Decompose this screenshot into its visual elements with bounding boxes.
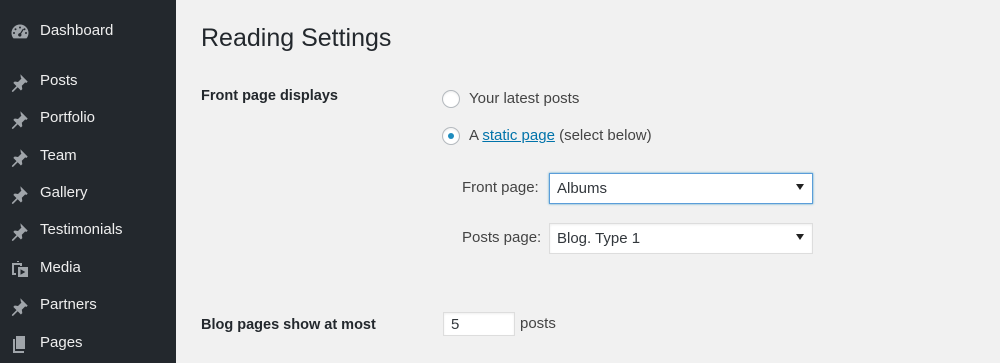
option-latest-posts[interactable]: Your latest posts	[442, 88, 579, 110]
page-title: Reading Settings	[201, 24, 392, 52]
sidebar-item-portfolio[interactable]: Portfolio	[0, 100, 176, 136]
chevron-down-icon	[796, 183, 804, 190]
sidebar-item-media[interactable]: Media	[0, 250, 176, 286]
pushpin-icon	[10, 296, 30, 316]
posts-page-value: Blog. Type 1	[557, 229, 641, 247]
pushpin-icon	[10, 221, 30, 241]
sidebar-item-partners[interactable]: Partners	[0, 287, 176, 323]
blog-pages-label: Blog pages show at most	[201, 317, 376, 333]
sidebar-item-label: Portfolio	[40, 109, 96, 126]
option-static-page[interactable]: A static page (select below)	[442, 125, 652, 147]
settings-content: Reading Settings Front page displays You…	[176, 0, 1000, 363]
sidebar-item-label: Partners	[40, 296, 97, 313]
front-page-select-row: Front page: Albums	[462, 172, 813, 204]
admin-sidebar: Dashboard Posts Portfolio Team Gallery T…	[0, 0, 176, 363]
sidebar-item-posts[interactable]: Posts	[0, 63, 176, 99]
pushpin-icon	[10, 72, 30, 92]
posts-page-select[interactable]: Blog. Type 1	[549, 222, 813, 254]
front-page-label: Front page:	[462, 179, 539, 196]
sidebar-item-gallery[interactable]: Gallery	[0, 175, 176, 211]
posts-page-select-row: Posts page: Blog. Type 1	[462, 222, 813, 254]
sidebar-item-team[interactable]: Team	[0, 138, 176, 174]
latest-posts-label: Your latest posts	[469, 90, 580, 107]
static-page-radio[interactable]	[442, 127, 460, 145]
latest-posts-radio[interactable]	[442, 90, 460, 108]
posts-suffix: posts	[520, 315, 556, 332]
sidebar-item-label: Gallery	[40, 184, 88, 201]
sidebar-item-label: Posts	[40, 72, 78, 89]
pushpin-icon	[10, 147, 30, 167]
sidebar-item-label: Pages	[40, 334, 83, 351]
sidebar-item-dashboard[interactable]: Dashboard	[0, 13, 176, 49]
sidebar-item-label: Team	[40, 147, 77, 164]
static-page-label: A static page (select below)	[469, 126, 652, 146]
front-page-displays-label: Front page displays	[201, 88, 338, 104]
pages-icon	[10, 334, 30, 354]
pushpin-icon	[10, 184, 30, 204]
sidebar-item-label: Dashboard	[40, 22, 114, 39]
posts-page-label: Posts page:	[462, 229, 542, 246]
media-icon	[10, 259, 30, 279]
chevron-down-icon	[796, 233, 804, 240]
static-page-suffix: (select below)	[559, 127, 652, 144]
sidebar-item-testimonials[interactable]: Testimonials	[0, 212, 176, 248]
dashboard-icon	[10, 22, 30, 42]
pushpin-icon	[10, 109, 30, 129]
posts-per-page-input[interactable]	[443, 312, 515, 336]
sidebar-item-label: Testimonials	[40, 221, 123, 238]
static-page-link[interactable]: static page	[482, 127, 555, 144]
sidebar-item-pages[interactable]: Pages	[0, 325, 176, 361]
front-page-value: Albums	[557, 179, 608, 197]
sidebar-item-label: Media	[40, 259, 81, 276]
front-page-select[interactable]: Albums	[549, 172, 813, 204]
static-page-prefix: A	[469, 127, 479, 144]
